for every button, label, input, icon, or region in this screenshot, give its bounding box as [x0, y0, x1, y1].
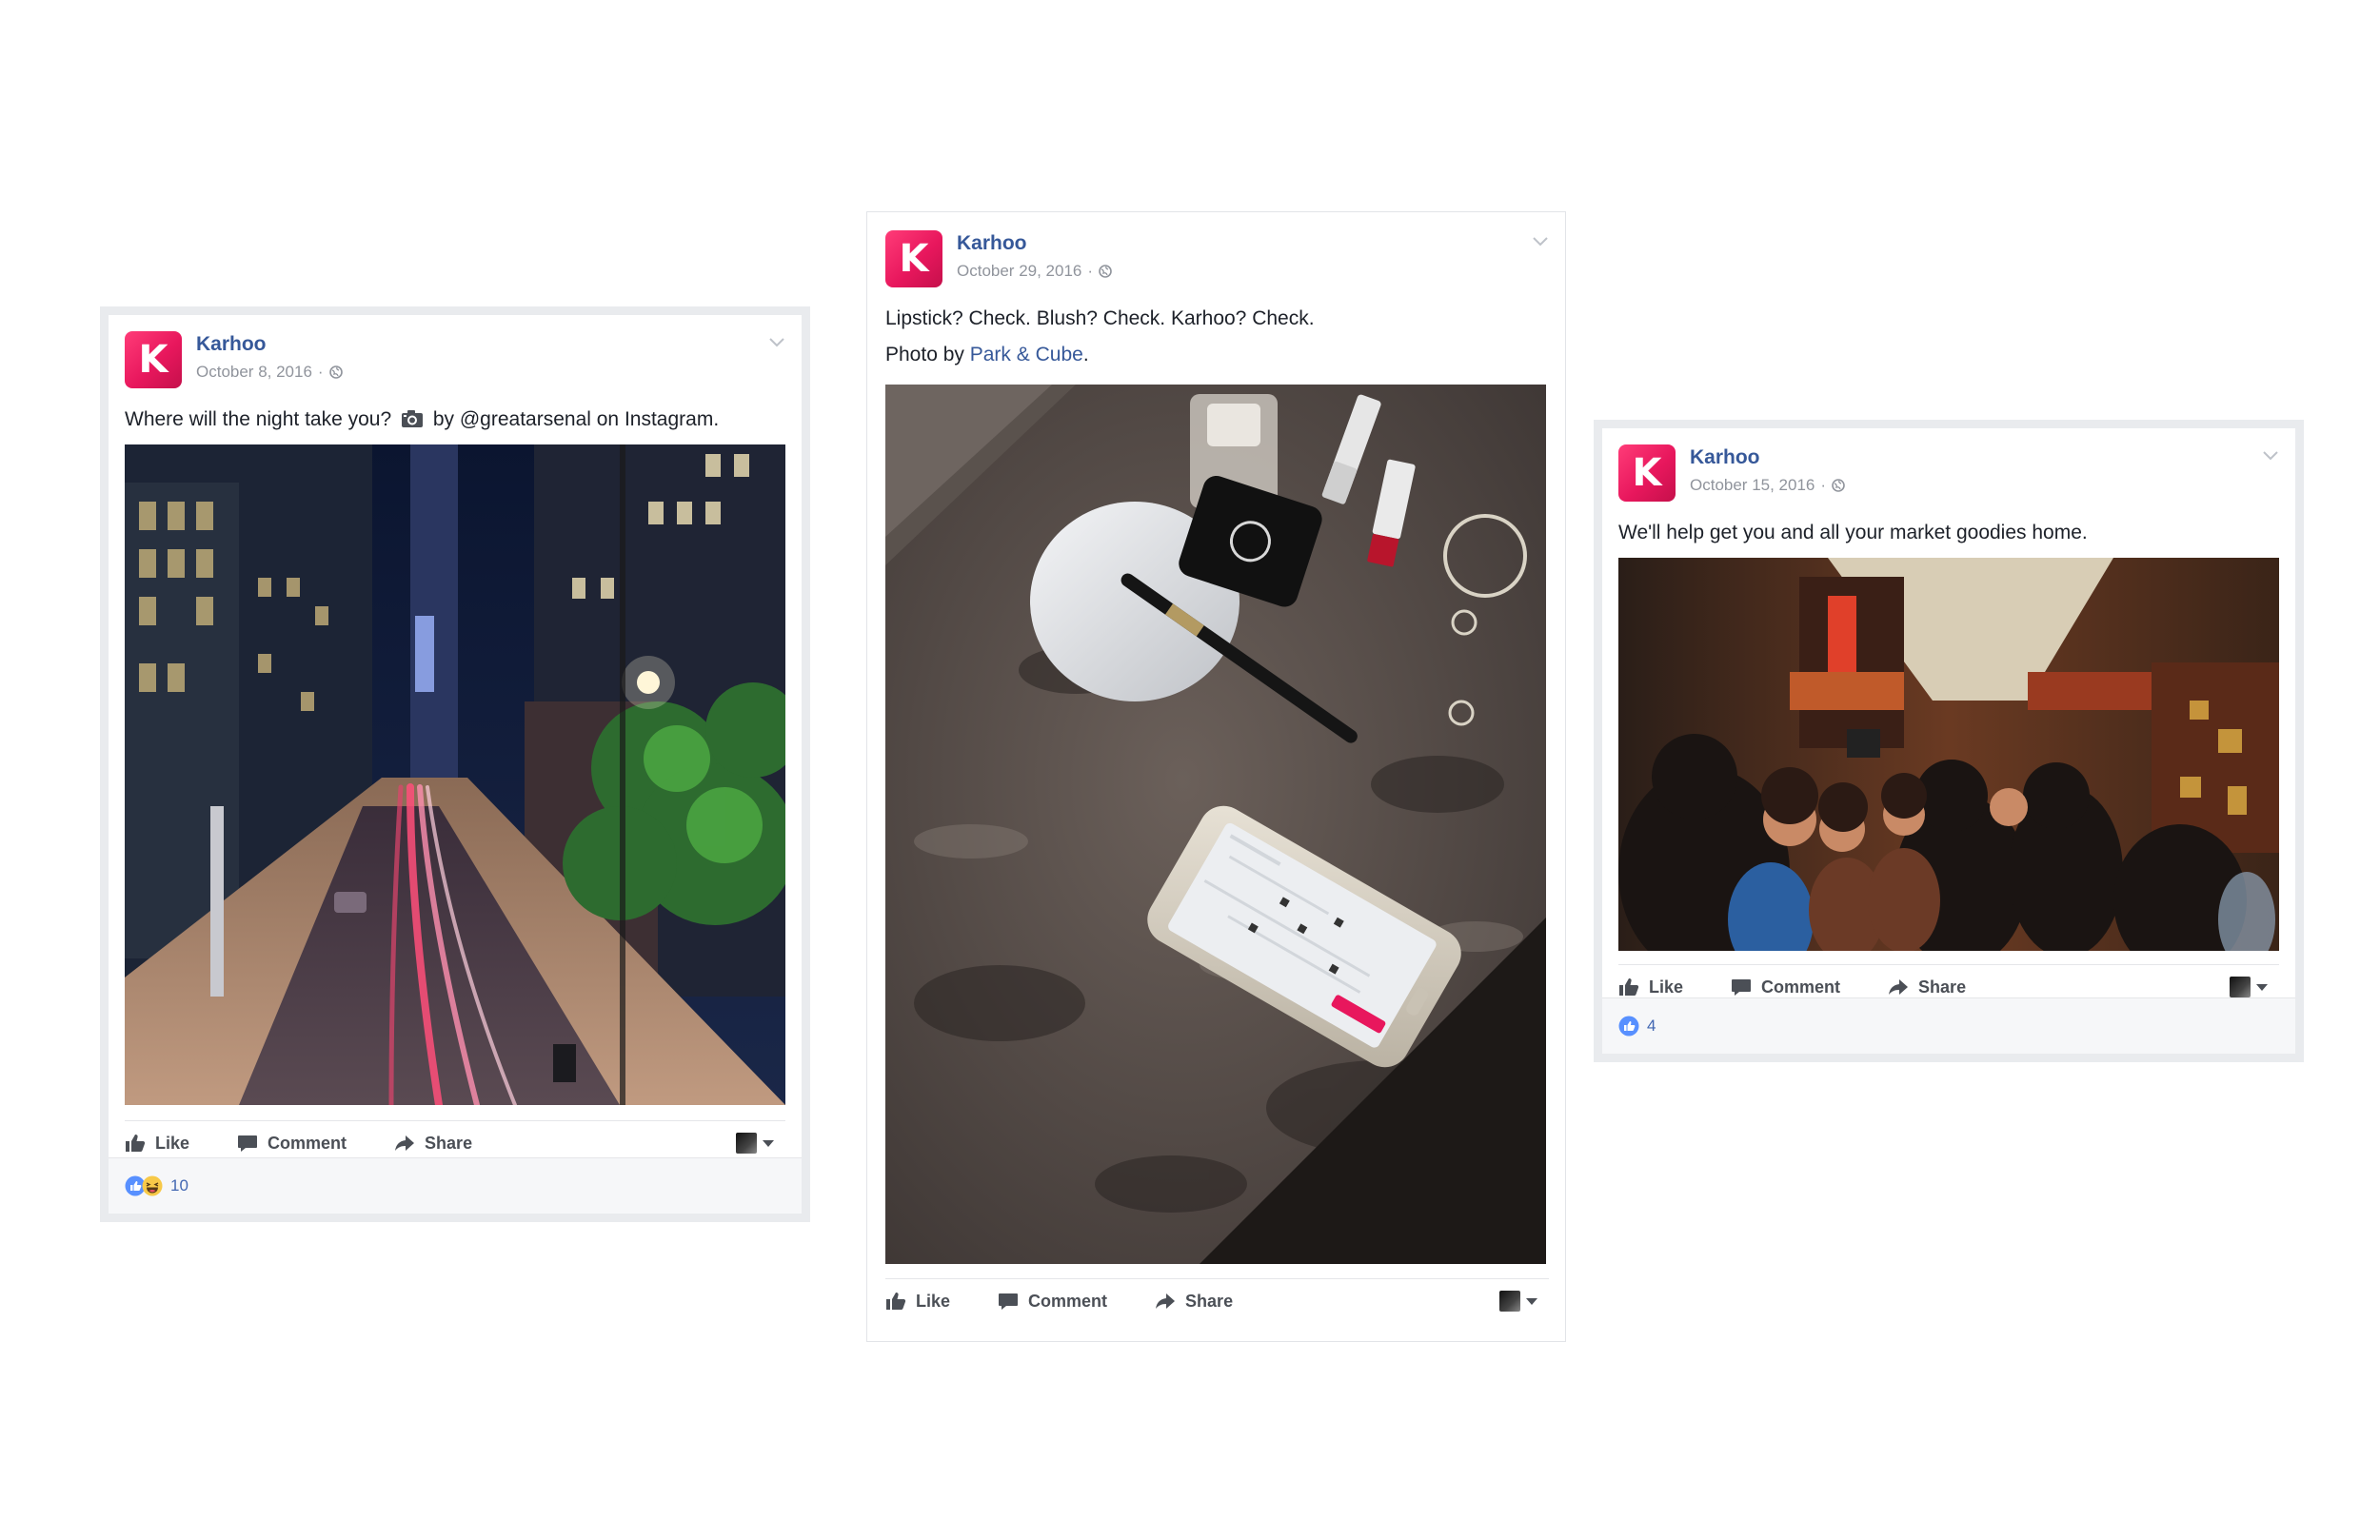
chevron-down-icon[interactable]	[768, 337, 785, 348]
post-text-line-2: Photo by Park & Cube.	[885, 337, 1549, 373]
page-selector[interactable]	[2230, 977, 2268, 997]
like-icon	[885, 1292, 906, 1311]
comment-button[interactable]: Comment	[998, 1292, 1107, 1312]
share-label: Share	[1185, 1291, 1234, 1311]
post-header: K Karhoo October 15, 2016 ·	[1618, 444, 2279, 505]
share-button[interactable]: Share	[394, 1134, 472, 1154]
like-reaction-icon	[1618, 1016, 1639, 1037]
separator-dot: ·	[317, 363, 324, 381]
reactions-bar[interactable]: 10	[109, 1157, 802, 1214]
reaction-count[interactable]: 10	[170, 1176, 188, 1195]
like-label: Like	[916, 1291, 951, 1311]
page-avatar	[736, 1133, 757, 1154]
share-button[interactable]: Share	[1155, 1292, 1233, 1312]
share-button[interactable]: Share	[1888, 977, 1966, 997]
post-date[interactable]: October 29, 2016	[957, 262, 1081, 281]
post-text-end: by @greatarsenal on Instagram.	[432, 408, 720, 430]
page-selector[interactable]	[1499, 1291, 1537, 1312]
page-selector[interactable]	[736, 1133, 774, 1154]
post-meta: October 15, 2016 ·	[1690, 476, 1845, 495]
post-photo[interactable]	[125, 444, 785, 1105]
separator-dot: ·	[1087, 262, 1094, 280]
post-card-1: K Karhoo October 8, 2016 · Where will the…	[100, 306, 810, 1222]
like-icon	[125, 1134, 146, 1153]
comment-icon	[237, 1134, 258, 1153]
comment-icon	[1731, 977, 1752, 997]
credit-link[interactable]: Park & Cube	[970, 344, 1083, 365]
post-text-start: Where will the night take you?	[125, 408, 392, 430]
post-header: K Karhoo October 29, 2016 ·	[885, 230, 1549, 291]
post-text: We'll help get you and all your market g…	[1618, 515, 2279, 551]
credit-suffix: .	[1082, 344, 1089, 365]
caret-down-icon	[763, 1139, 774, 1147]
post-date[interactable]: October 8, 2016	[196, 363, 312, 382]
night-street-image	[125, 444, 785, 1105]
comment-label: Comment	[1028, 1291, 1108, 1311]
post-meta: October 29, 2016 ·	[957, 262, 1112, 281]
like-icon	[1618, 977, 1639, 997]
like-label: Like	[155, 1133, 190, 1153]
like-button[interactable]: Like	[885, 1292, 950, 1312]
page-avatar	[2230, 977, 2251, 997]
post-text-content: We'll help get you and all your market g…	[1618, 522, 2088, 543]
avatar[interactable]: K	[125, 331, 182, 388]
post-header: K Karhoo October 8, 2016 ·	[125, 331, 785, 392]
post-card-3: K Karhoo October 15, 2016 · We'll help ge…	[1594, 420, 2304, 1062]
reactions-bar[interactable]: 4	[1602, 997, 2295, 1054]
post-text-line-1: Lipstick? Check. Blush? Check. Karhoo? C…	[885, 307, 1315, 329]
author-name[interactable]: Karhoo	[1690, 446, 1760, 469]
share-icon	[1888, 977, 1909, 997]
share-label: Share	[1918, 977, 1967, 997]
avatar[interactable]: K	[1618, 444, 1676, 502]
post-actions: Like Comment Share	[885, 1278, 1549, 1323]
makeup-image	[885, 385, 1546, 1264]
caret-down-icon	[1526, 1297, 1537, 1305]
post-text: Where will the night take you? by @great…	[125, 402, 785, 438]
avatar[interactable]: K	[885, 230, 942, 287]
globe-icon	[329, 365, 343, 379]
share-label: Share	[425, 1133, 473, 1153]
separator-dot: ·	[1820, 476, 1827, 494]
camera-icon	[401, 409, 424, 428]
post-text: Lipstick? Check. Blush? Check. Karhoo? C…	[885, 301, 1549, 373]
post-card-2: K Karhoo October 29, 2016 · Lipstick? Che…	[866, 211, 1566, 1342]
comment-button[interactable]: Comment	[1731, 977, 1840, 997]
share-icon	[394, 1134, 415, 1153]
globe-icon	[1099, 265, 1112, 278]
reaction-count[interactable]: 4	[1647, 1017, 1656, 1036]
chevron-down-icon[interactable]	[2262, 450, 2279, 462]
chevron-down-icon[interactable]	[1532, 236, 1549, 247]
globe-icon	[1832, 479, 1845, 492]
post-date[interactable]: October 15, 2016	[1690, 476, 1815, 495]
author-name[interactable]: Karhoo	[957, 232, 1027, 255]
caret-down-icon	[2256, 983, 2268, 991]
like-button[interactable]: Like	[125, 1134, 189, 1154]
post-photo[interactable]	[885, 385, 1546, 1264]
comment-icon	[998, 1292, 1019, 1311]
like-label: Like	[1649, 977, 1684, 997]
page-avatar	[1499, 1291, 1520, 1312]
haha-reaction-icon	[142, 1175, 163, 1196]
post-meta: October 8, 2016 ·	[196, 363, 343, 382]
comment-button[interactable]: Comment	[237, 1134, 347, 1154]
like-button[interactable]: Like	[1618, 977, 1683, 997]
comment-label: Comment	[1761, 977, 1841, 997]
comment-label: Comment	[268, 1133, 347, 1153]
share-icon	[1155, 1292, 1176, 1311]
market-image	[1618, 558, 2279, 951]
author-name[interactable]: Karhoo	[196, 333, 267, 356]
post-photo[interactable]	[1618, 558, 2279, 951]
credit-prefix: Photo by	[885, 344, 964, 365]
